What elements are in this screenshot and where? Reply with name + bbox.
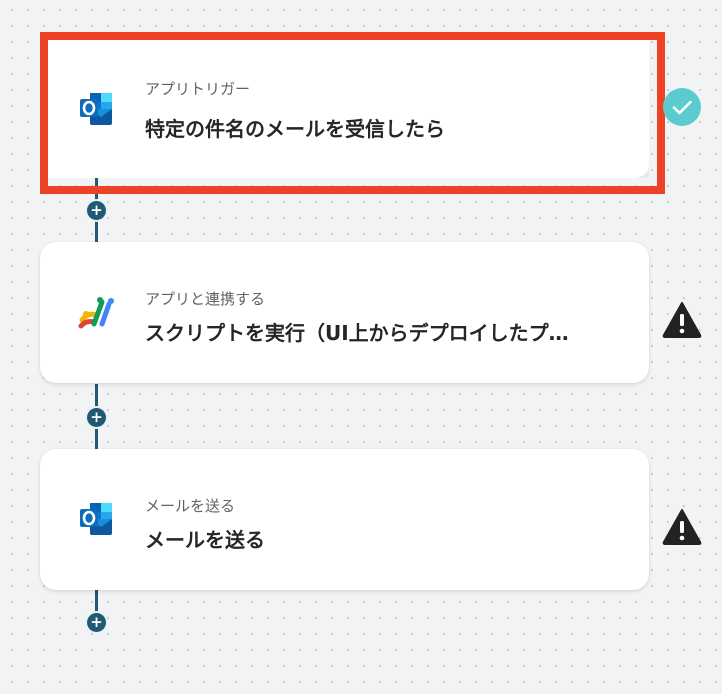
google-apps-script-icon (78, 297, 114, 329)
add-step-button[interactable]: + (87, 408, 106, 427)
step-type-label: アプリと連携する (145, 290, 266, 308)
step-card-trigger[interactable]: アプリトリガー 特定の件名のメールを受信したら (40, 32, 649, 178)
step-card-run-script[interactable]: アプリと連携する スクリプトを実行（UI上からデプロイしたプ… (40, 242, 649, 383)
outlook-icon (80, 93, 112, 125)
add-step-button[interactable]: + (87, 613, 106, 632)
warning-icon (662, 509, 702, 545)
step-title: 特定の件名のメールを受信したら (145, 117, 445, 141)
step-type-label: メールを送る (145, 497, 236, 515)
warning-icon (662, 302, 702, 338)
complete-check-icon (663, 88, 701, 126)
step-type-label: アプリトリガー (145, 80, 251, 98)
outlook-icon (80, 503, 112, 535)
step-title: スクリプトを実行（UI上からデプロイしたプ… (145, 321, 569, 345)
step-title: メールを送る (145, 528, 265, 552)
add-step-button[interactable]: + (87, 201, 106, 220)
step-card-send-mail[interactable]: メールを送る メールを送る (40, 449, 649, 590)
